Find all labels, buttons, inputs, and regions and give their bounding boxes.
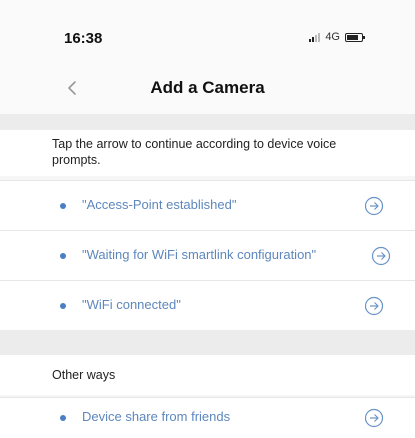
prompt-label: "Waiting for WiFi smartlink configuratio…	[82, 247, 317, 262]
bullet-dot	[60, 303, 66, 309]
status-icons: 4G	[309, 31, 365, 43]
bullet-dot	[60, 415, 66, 421]
bullet-dot	[60, 253, 66, 259]
status-bar: 16:38 4G	[0, 0, 415, 62]
section-divider	[0, 114, 415, 130]
prompt-row-wifi-connected[interactable]: "WiFi connected"	[0, 280, 415, 330]
section-divider	[0, 330, 415, 355]
arrow-right-circle-icon[interactable]	[364, 408, 384, 428]
signal-icon	[309, 32, 321, 42]
network-label: 4G	[325, 31, 340, 43]
status-time: 16:38	[64, 30, 103, 47]
prompt-row-access-point[interactable]: "Access-Point established"	[0, 180, 415, 230]
prompt-label: "Access-Point established"	[82, 197, 237, 212]
arrow-right-circle-icon[interactable]	[364, 296, 384, 316]
nav-bar: Add a Camera	[0, 62, 415, 114]
battery-icon	[345, 32, 365, 42]
other-way-row-device-share[interactable]: Device share from friends	[0, 397, 415, 438]
instruction-text: Tap the arrow to continue according to d…	[0, 130, 415, 176]
other-ways-header: Other ways	[0, 355, 415, 395]
prompt-row-waiting-wifi[interactable]: "Waiting for WiFi smartlink configuratio…	[0, 230, 415, 280]
page-title: Add a Camera	[150, 78, 265, 97]
prompt-label: "WiFi connected"	[82, 297, 181, 312]
screen: 16:38 4G Add a Camera Tap the arrow to c…	[0, 0, 415, 438]
arrow-right-circle-icon[interactable]	[371, 246, 391, 266]
bullet-dot	[60, 203, 66, 209]
other-way-label: Device share from friends	[82, 409, 231, 424]
arrow-right-circle-icon[interactable]	[364, 196, 384, 216]
